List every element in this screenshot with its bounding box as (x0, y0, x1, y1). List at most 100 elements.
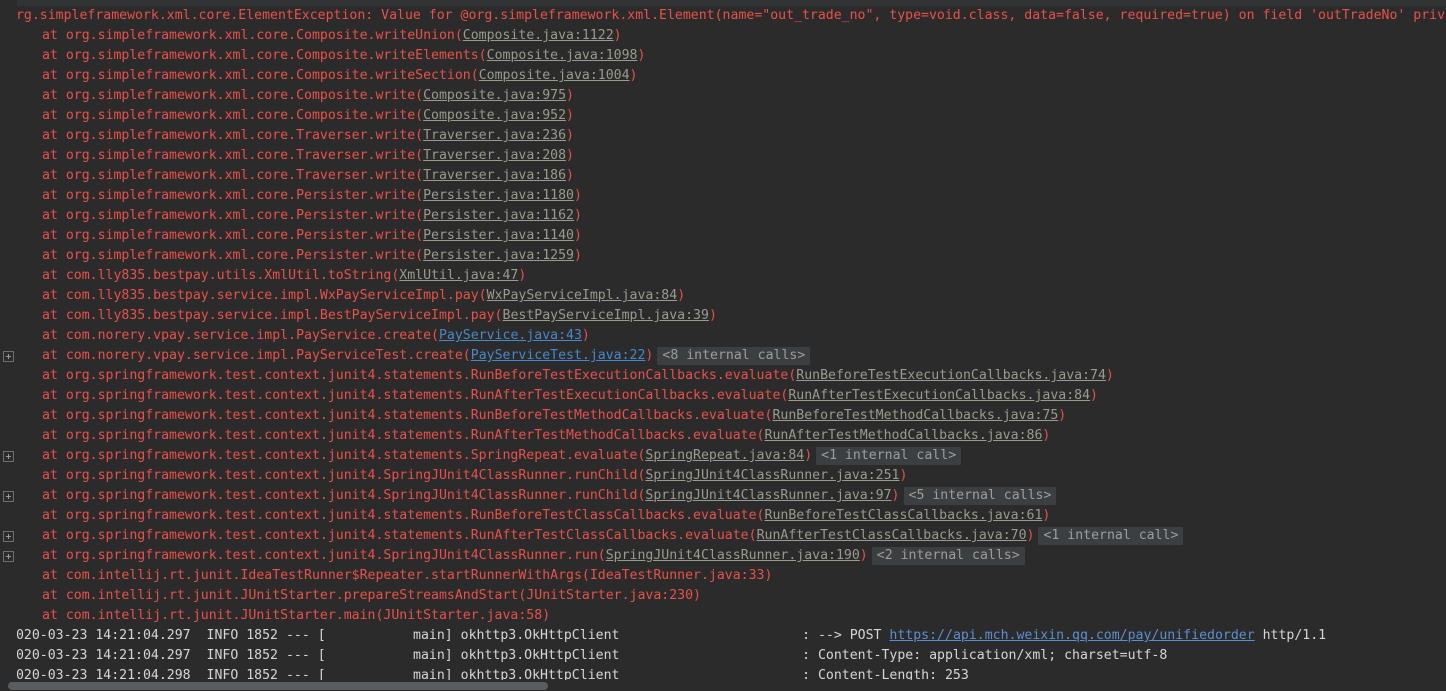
stack-frame-line: at com.norery.vpay.service.impl.PayServi… (0, 326, 1446, 346)
source-location-link[interactable]: RunAfterTestExecutionCallbacks.java:84 (788, 388, 1090, 403)
log-message: : Content-Type: application/xml; charset… (802, 648, 1168, 663)
frame-text: at com.intellij.rt.junit.JUnitStarter.pr… (42, 588, 701, 603)
expand-frames-icon[interactable] (3, 531, 14, 542)
log-logger: okhttp3.OkHttpClient (460, 628, 620, 643)
internal-calls-badge[interactable]: <1 internal call> (1038, 527, 1184, 545)
frame-suffix: ) (645, 348, 654, 363)
stack-frame-line: at org.springframework.test.context.juni… (0, 386, 1446, 406)
frame-text: at org.simpleframework.xml.core.Composit… (42, 108, 424, 123)
source-location-link[interactable]: Composite.java:975 (423, 88, 566, 103)
source-location-link[interactable]: Traverser.java:208 (423, 148, 566, 163)
source-location-link[interactable]: Persister.java:1180 (423, 188, 574, 203)
stack-frame-line: at com.lly835.bestpay.utils.XmlUtil.toSt… (0, 266, 1446, 286)
log-logger: okhttp3.OkHttpClient (460, 648, 620, 663)
source-location-link[interactable]: Persister.java:1162 (423, 208, 574, 223)
stack-frame-line: at com.lly835.bestpay.service.impl.BestP… (0, 306, 1446, 326)
internal-calls-badge[interactable]: <8 internal calls> (657, 347, 811, 365)
stack-frame-line: at com.intellij.rt.junit.JUnitStarter.ma… (0, 606, 1446, 626)
frame-suffix: ) (581, 328, 590, 343)
stack-frame-line: at org.simpleframework.xml.core.Composit… (0, 46, 1446, 66)
source-location-link[interactable]: RunAfterTestMethodCallbacks.java:86 (765, 428, 1043, 443)
frame-text: at org.simpleframework.xml.core.Traverse… (42, 148, 424, 163)
source-location-link[interactable]: WxPayServiceImpl.java:84 (487, 288, 678, 303)
source-location-link[interactable]: RunBeforeTestExecutionCallbacks.java:74 (796, 368, 1106, 383)
source-location-link[interactable]: SpringJUnit4ClassRunner.java:190 (606, 548, 860, 563)
stack-frame-line: at org.simpleframework.xml.core.Persiste… (0, 206, 1446, 226)
log-spacer: ] (444, 628, 461, 643)
frame-suffix: ) (859, 548, 868, 563)
stack-frame-line: at com.intellij.rt.junit.IdeaTestRunner$… (0, 566, 1446, 586)
source-location-link[interactable]: SpringRepeat.java:84 (645, 448, 804, 463)
frame-text: at org.springframework.test.context.juni… (42, 368, 797, 383)
source-location-link[interactable]: Traverser.java:186 (423, 168, 566, 183)
source-location-link[interactable]: Persister.java:1140 (423, 228, 574, 243)
source-location-link[interactable]: SpringJUnit4ClassRunner.java:97 (645, 488, 891, 503)
horizontal-scrollbar-track[interactable] (0, 680, 1446, 691)
log-spacer (619, 648, 802, 663)
expand-frames-icon[interactable] (3, 551, 14, 562)
stack-frame-line: at org.simpleframework.xml.core.Composit… (0, 106, 1446, 126)
source-location-link[interactable]: PayServiceTest.java:22 (471, 348, 646, 363)
stack-frame-line: at org.springframework.test.context.juni… (0, 526, 1446, 546)
log-line: 2020-03-23 14:21:04.297 INFO 1852 --- [ … (0, 646, 1446, 666)
frame-text: at org.simpleframework.xml.core.Persiste… (42, 208, 424, 223)
source-location-link[interactable]: RunBeforeTestMethodCallbacks.java:75 (772, 408, 1058, 423)
expand-frames-icon[interactable] (3, 351, 14, 362)
frame-suffix: ) (573, 208, 582, 223)
source-location-link[interactable]: PayService.java:43 (439, 328, 582, 343)
source-location-link[interactable]: Composite.java:1098 (487, 48, 638, 63)
source-location-link[interactable]: Composite.java:952 (423, 108, 566, 123)
frame-suffix: ) (566, 168, 574, 183)
log-spacer (191, 648, 207, 663)
source-location-link[interactable]: RunAfterTestClassCallbacks.java:70 (757, 528, 1027, 543)
stack-frame-line: at com.norery.vpay.service.impl.PayServi… (0, 346, 1446, 366)
frame-suffix: ) (899, 468, 908, 483)
log-timestamp: 2020-03-23 14:21:04.297 (8, 628, 191, 643)
console-output-panel[interactable]: org.simpleframework.xml.core.ElementExce… (0, 0, 1446, 691)
log-spacer (278, 628, 286, 643)
frame-text: at com.lly835.bestpay.service.impl.BestP… (42, 308, 503, 323)
source-location-link[interactable]: RunBeforeTestClassCallbacks.java:61 (765, 508, 1043, 523)
frame-text: at org.simpleframework.xml.core.Traverse… (42, 168, 424, 183)
expand-frames-icon[interactable] (3, 451, 14, 462)
log-line: 2020-03-23 14:21:04.297 INFO 1852 --- [ … (0, 626, 1446, 646)
source-location-link[interactable]: Traverser.java:236 (423, 128, 566, 143)
stack-frame-line: at org.simpleframework.xml.core.Composit… (0, 86, 1446, 106)
stack-frame-line: at org.springframework.test.context.juni… (0, 466, 1446, 486)
log-pid: 1852 (246, 628, 278, 643)
stack-frame-line: at org.simpleframework.xml.core.Persiste… (0, 246, 1446, 266)
stack-frame-line: at org.simpleframework.xml.core.Composit… (0, 66, 1446, 86)
frame-text: at org.simpleframework.xml.core.Persiste… (42, 248, 424, 263)
source-location-link[interactable]: BestPayServiceImpl.java:39 (503, 308, 709, 323)
source-location-link[interactable]: Composite.java:1004 (479, 68, 630, 83)
frame-text: at org.springframework.test.context.juni… (42, 388, 789, 403)
request-url-link[interactable]: https://api.mch.weixin.qq.com/pay/unifie… (889, 628, 1254, 643)
frame-suffix: ) (637, 48, 646, 63)
log-thread: main (413, 648, 445, 663)
source-location-link[interactable]: XmlUtil.java:47 (399, 268, 518, 283)
expand-frames-icon[interactable] (3, 491, 14, 502)
stack-frame-line: at org.springframework.test.context.juni… (0, 366, 1446, 386)
stack-frame-line: at org.simpleframework.xml.core.Traverse… (0, 126, 1446, 146)
log-separator: --- (285, 648, 310, 663)
stack-frame-line: at org.simpleframework.xml.core.Traverse… (0, 146, 1446, 166)
stack-frame-line: at org.springframework.test.context.juni… (0, 446, 1446, 466)
source-location-link[interactable]: Composite.java:1122 (463, 28, 614, 43)
horizontal-scrollbar-thumb[interactable] (8, 682, 548, 690)
log-separator: --- (285, 628, 310, 643)
log-pid: 1852 (246, 648, 278, 663)
stack-frame-line: at org.springframework.test.context.juni… (0, 546, 1446, 566)
log-spacer: ] (444, 648, 461, 663)
frame-suffix: ) (573, 188, 582, 203)
source-location-link[interactable]: Persister.java:1259 (423, 248, 574, 263)
internal-calls-badge[interactable]: <1 internal call> (816, 447, 962, 465)
frame-suffix: ) (573, 228, 582, 243)
frame-text: at com.intellij.rt.junit.JUnitStarter.ma… (42, 608, 551, 623)
internal-calls-badge[interactable]: <2 internal calls> (871, 547, 1025, 565)
frame-text: at org.springframework.test.context.juni… (42, 508, 765, 523)
log-level: INFO (206, 648, 239, 663)
source-location-link[interactable]: SpringJUnit4ClassRunner.java:251 (645, 468, 899, 483)
frame-suffix: ) (1058, 408, 1067, 423)
internal-calls-badge[interactable]: <5 internal calls> (903, 487, 1057, 505)
frame-suffix: ) (1105, 368, 1114, 383)
